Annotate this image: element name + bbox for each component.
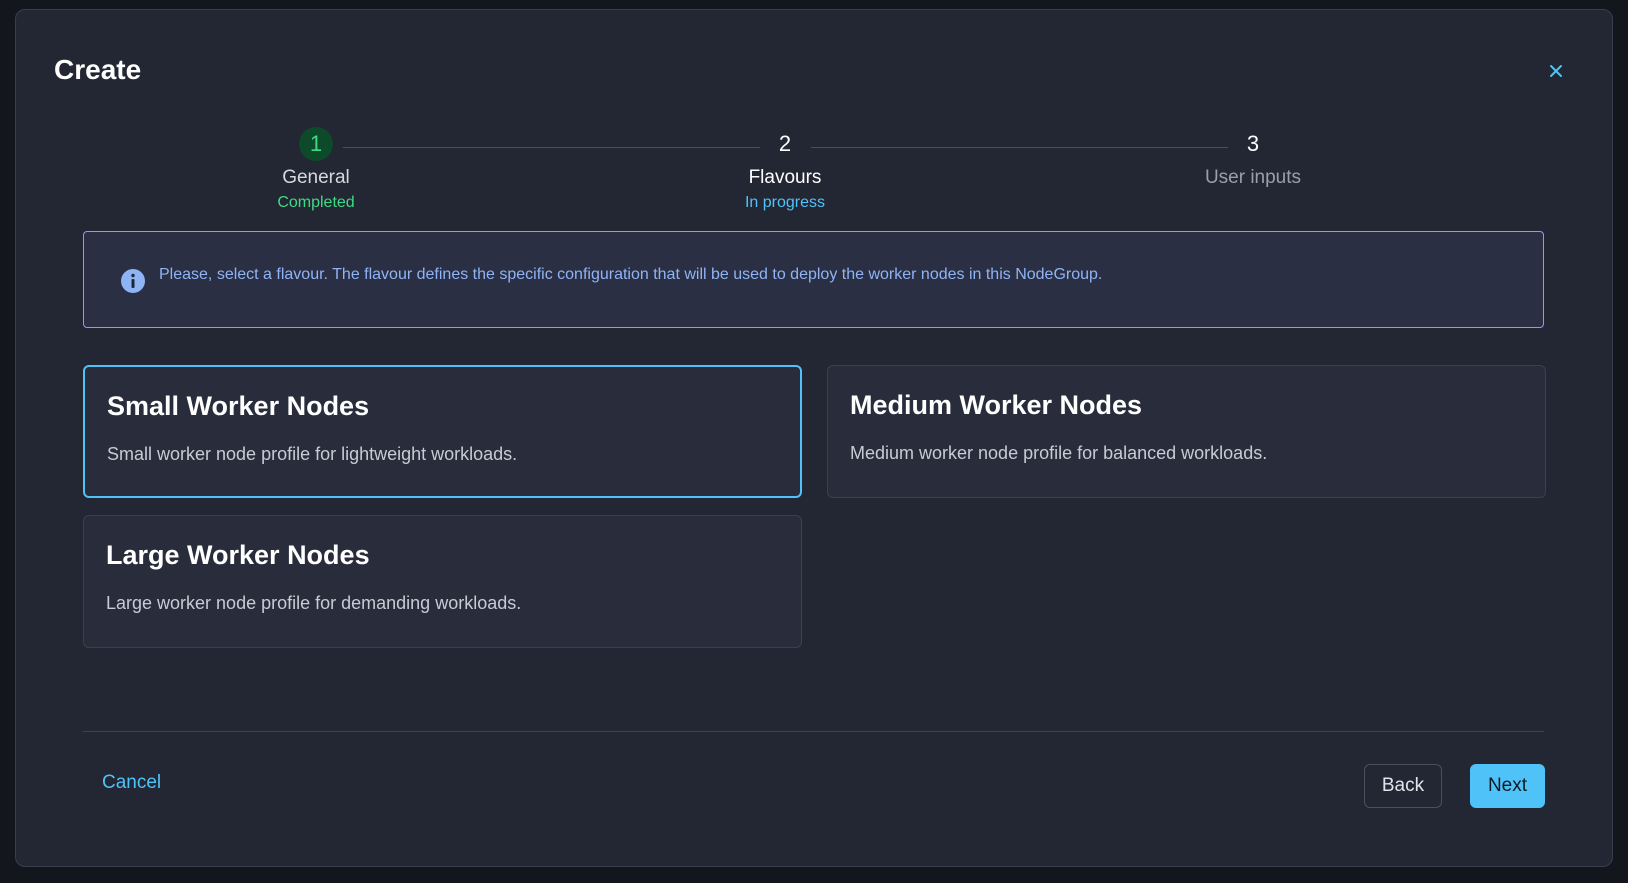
step-label: User inputs: [1204, 167, 1302, 188]
flavour-card-small[interactable]: Small Worker Nodes Small worker node pro…: [83, 365, 802, 498]
step-number: 2: [778, 131, 792, 156]
flavour-description: Medium worker node profile for balanced …: [850, 443, 1268, 463]
close-button[interactable]: [1546, 61, 1566, 81]
flavour-title: Small Worker Nodes: [107, 391, 370, 421]
flavour-title: Medium Worker Nodes: [850, 390, 1143, 420]
step-status: In progress: [744, 194, 826, 211]
create-dialog: Create 1 General Completed 2 Flavours In…: [15, 9, 1613, 867]
step-general: 1 General Completed: [216, 127, 416, 212]
step-user-inputs: 3 User inputs: [1153, 127, 1353, 189]
step-label: General: [282, 167, 350, 188]
flavour-card-large[interactable]: Large Worker Nodes Large worker node pro…: [83, 515, 802, 648]
flavour-description: Large worker node profile for demanding …: [106, 593, 522, 613]
next-button[interactable]: Next: [1470, 764, 1545, 808]
step-label: Flavours: [748, 167, 822, 188]
dialog-title: Create: [54, 54, 142, 85]
info-message: Please, select a flavour. The flavour de…: [159, 266, 1103, 283]
flavour-title: Large Worker Nodes: [106, 540, 370, 570]
step-number: 3: [1246, 131, 1260, 156]
back-button[interactable]: Back: [1364, 764, 1442, 808]
flavour-card-medium[interactable]: Medium Worker Nodes Medium worker node p…: [827, 365, 1546, 498]
step-number: 1: [299, 127, 333, 161]
footer-divider: [83, 731, 1544, 732]
info-icon: [121, 269, 145, 293]
step-flavours: 2 Flavours In progress: [685, 127, 885, 212]
info-alert: Please, select a flavour. The flavour de…: [83, 231, 1544, 328]
cancel-button[interactable]: Cancel: [102, 772, 161, 794]
step-status: Completed: [277, 194, 355, 211]
flavour-description: Small worker node profile for lightweigh…: [107, 444, 518, 464]
close-icon: [1550, 65, 1562, 77]
